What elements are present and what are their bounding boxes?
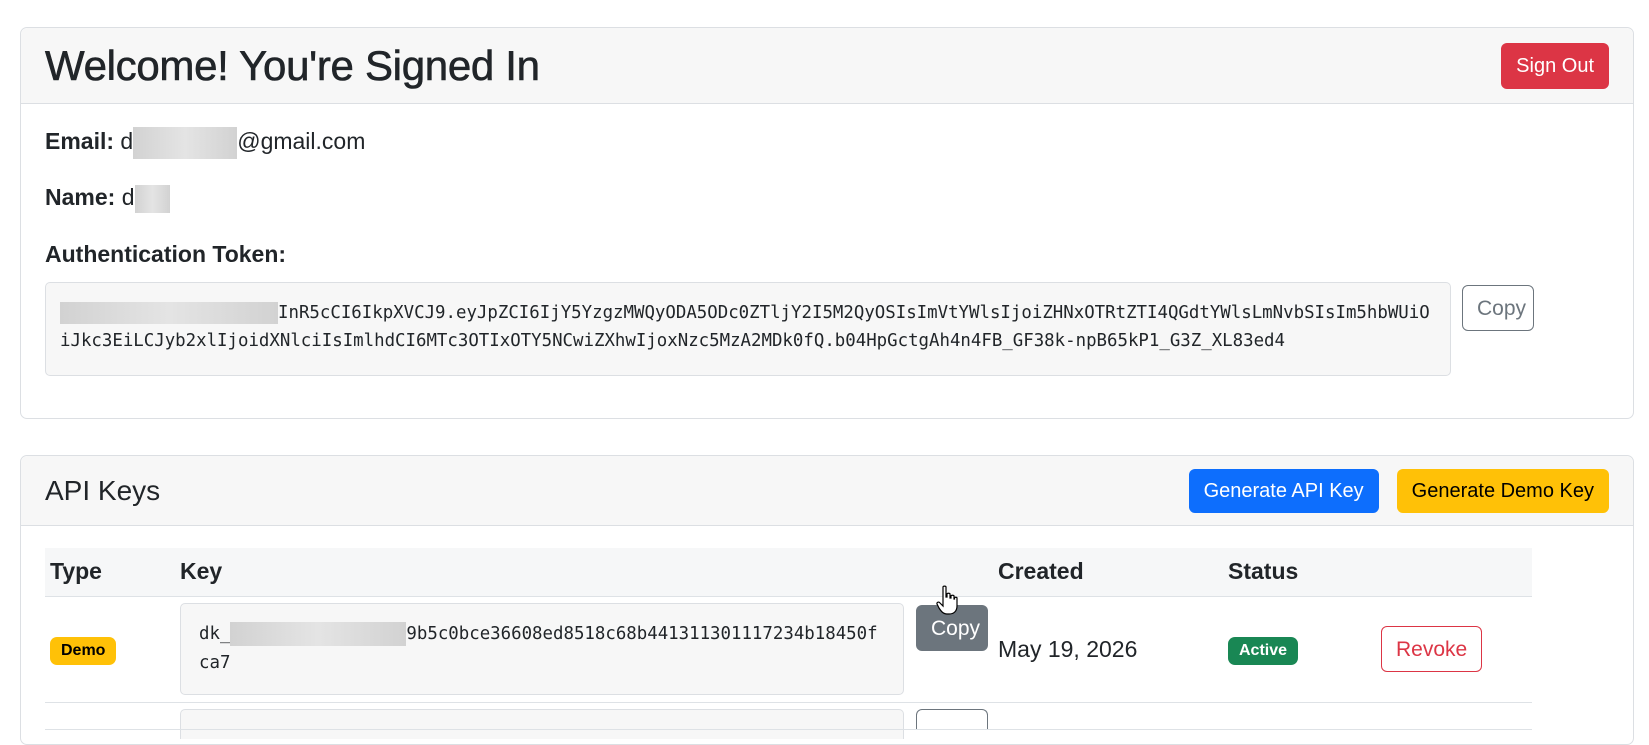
name-value: d xyxy=(122,184,170,213)
generate-demo-key-button[interactable]: Generate Demo Key xyxy=(1396,468,1609,513)
type-badge: Demo xyxy=(50,636,117,665)
redacted-block xyxy=(134,184,170,213)
created-cell: May 19, 2026 xyxy=(998,635,1138,662)
column-header-key: Key xyxy=(180,558,223,585)
table-header-row: Type Key Created Status xyxy=(45,548,1532,596)
api-keys-card-header: API Keys Generate API Key Generate Demo … xyxy=(21,456,1633,526)
column-header-created: Created xyxy=(998,558,1084,585)
api-key-display xyxy=(180,708,904,739)
column-header-actions xyxy=(1376,548,1532,596)
api-keys-actions: Generate API Key Generate Demo Key xyxy=(1188,468,1609,513)
revoke-button[interactable]: Revoke xyxy=(1381,626,1483,672)
name-label: Name: xyxy=(45,184,116,210)
api-key-display: dk_ 9b5c0bce36608ed8518c68b44131130111723… xyxy=(180,603,904,695)
page-title: Welcome! You're Signed In xyxy=(45,41,541,89)
key-cell: dk_ 9b5c0bce36608ed8518c68b44131130111723… xyxy=(175,596,993,702)
token-display: InR5cCI6IkpXVCJ9.eyJpZCI6IjY5YzgzMWQyODA… xyxy=(45,282,1451,376)
sign-out-button[interactable]: Sign Out xyxy=(1501,42,1609,89)
key-prefix: dk_ xyxy=(199,624,231,644)
redacted-block xyxy=(60,302,278,324)
email-label: Email: xyxy=(45,128,115,155)
redacted-block xyxy=(230,622,407,646)
profile-card: Welcome! You're Signed In Sign Out Email… xyxy=(20,27,1634,419)
profile-card-header: Welcome! You're Signed In Sign Out xyxy=(21,28,1633,104)
column-header-status: Status xyxy=(1228,558,1299,585)
email-row: Email: d @gmail.com xyxy=(45,127,365,159)
api-keys-table: Type Key Created Status Demo dk_ 9b5c0bce… xyxy=(45,548,1532,739)
table-row: Demo dk_ 9b5c0bce36608ed8518c68b441311301… xyxy=(45,596,1532,702)
status-cell: Active xyxy=(1223,596,1376,702)
column-header-type: Type xyxy=(50,558,102,585)
token-label: Authentication Token: xyxy=(45,241,287,267)
generate-api-key-button[interactable]: Generate API Key xyxy=(1188,468,1379,513)
actions-cell: Revoke xyxy=(1376,596,1532,702)
redacted-block xyxy=(133,127,238,159)
type-cell: Demo xyxy=(45,596,175,702)
table-row xyxy=(45,702,1532,739)
api-keys-title: API Keys xyxy=(45,474,161,506)
status-badge: Active xyxy=(1228,636,1299,665)
email-value: d @gmail.com xyxy=(120,127,365,159)
copy-key-button[interactable]: Copy xyxy=(916,605,988,651)
name-row: Name: d xyxy=(45,184,170,213)
api-keys-card: API Keys Generate API Key Generate Demo … xyxy=(20,455,1634,745)
key-cell-inner: dk_ 9b5c0bce36608ed8518c68b44131130111723… xyxy=(180,603,988,695)
copy-token-button[interactable]: Copy xyxy=(1462,285,1534,331)
token-label-row: Authentication Token: xyxy=(45,241,286,268)
